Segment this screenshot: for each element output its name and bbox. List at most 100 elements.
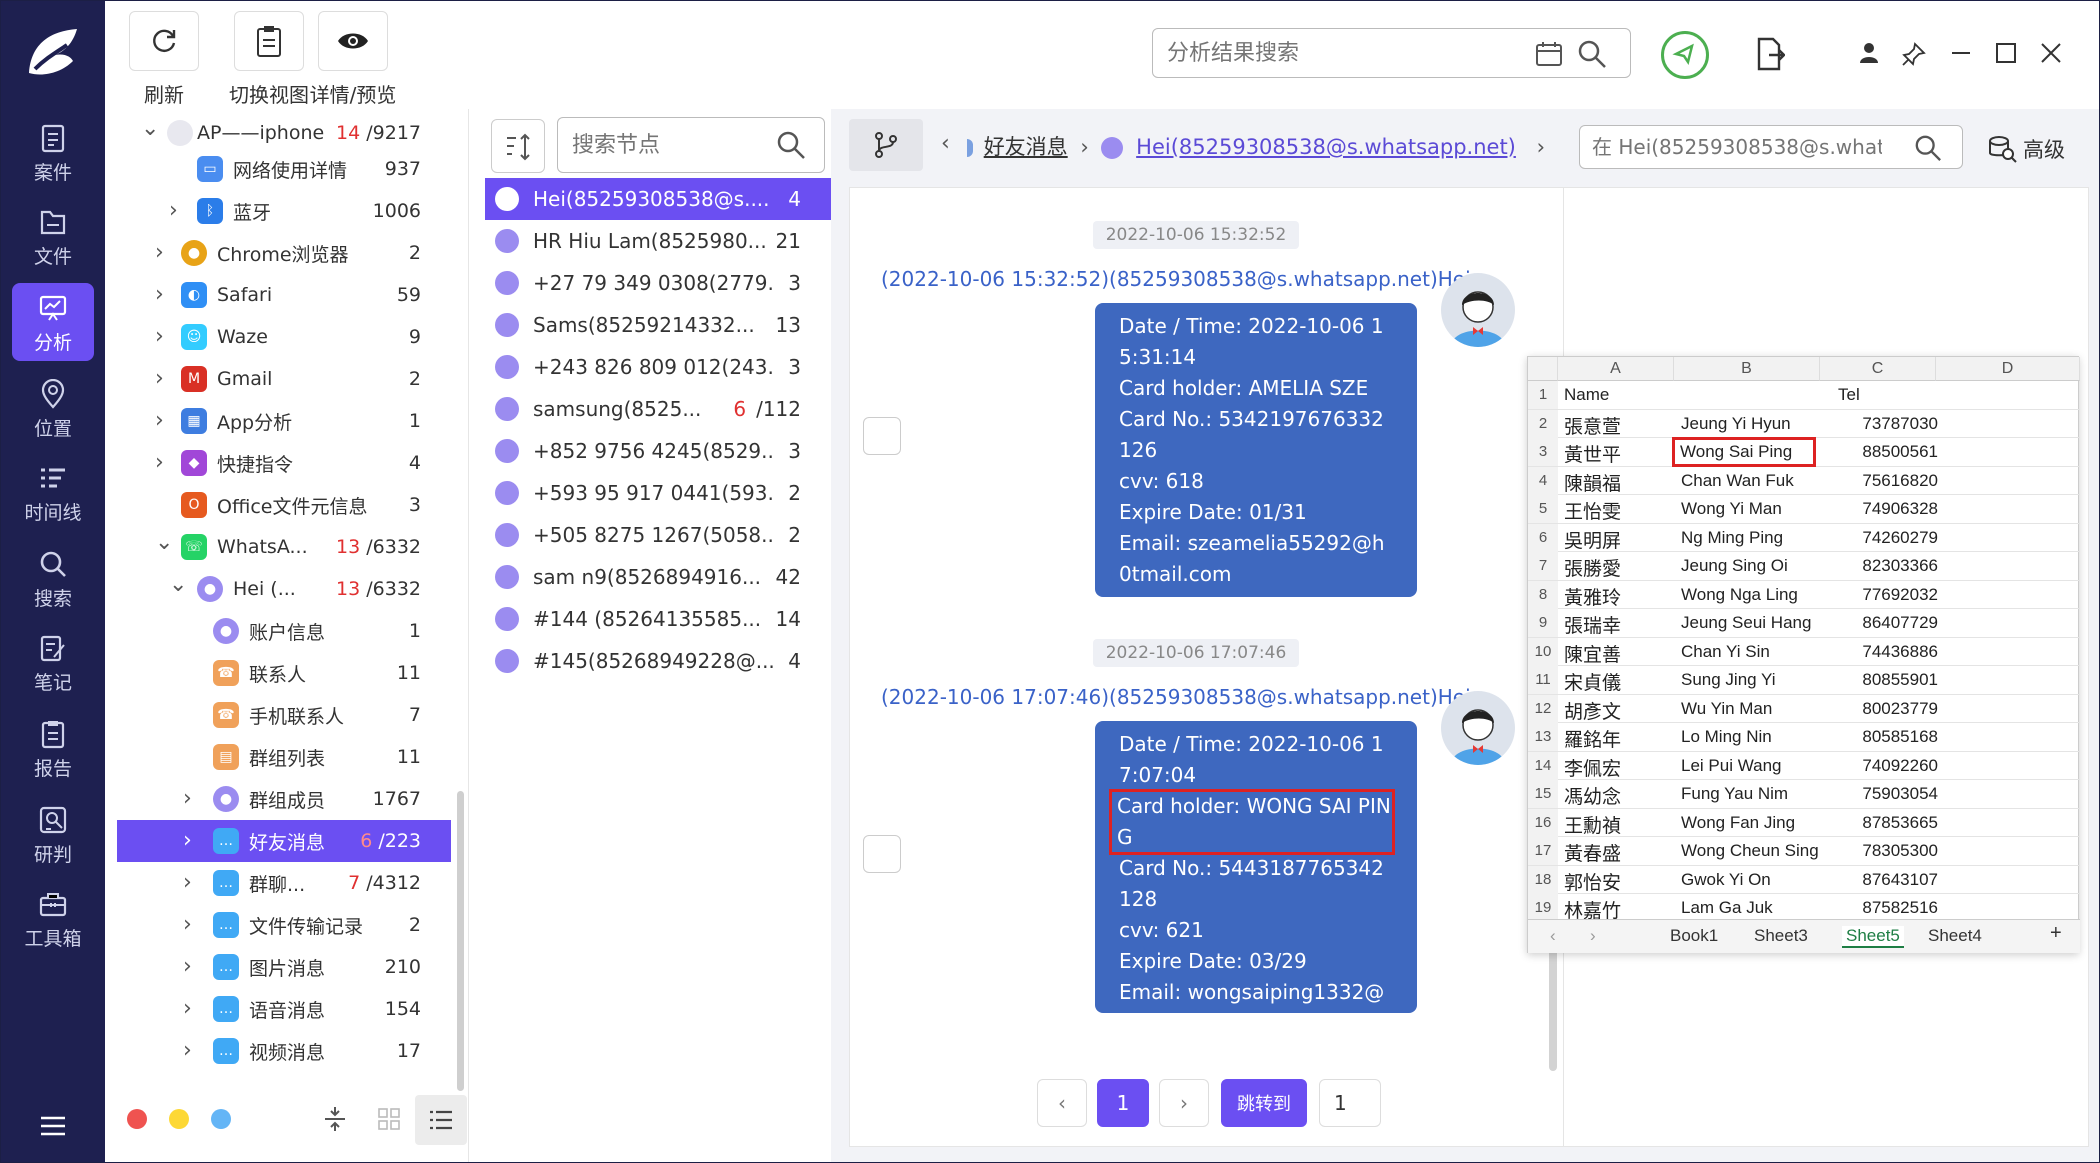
tree-item[interactable]: › ◆ 快捷指令 4: [117, 442, 451, 484]
message-bubble[interactable]: Date / Time: 2022-10-06 17:07:04 Card ho…: [1095, 721, 1417, 1035]
contact-item[interactable]: #144 (85264135585... 14: [485, 598, 831, 640]
in-contact-search-input[interactable]: [1592, 132, 1882, 162]
result-search-box[interactable]: [1152, 28, 1631, 78]
tree-item[interactable]: › ● Chrome浏览器 2: [117, 232, 451, 274]
menu-icon[interactable]: [39, 1115, 67, 1137]
search-icon[interactable]: [1577, 39, 1607, 69]
prev-page-button[interactable]: ‹: [1037, 1079, 1087, 1127]
search-icon[interactable]: [776, 130, 806, 160]
switch-view-button[interactable]: 切换视图: [219, 11, 319, 107]
nav-item-case[interactable]: 案件: [12, 113, 94, 191]
pin-icon[interactable]: [1901, 41, 1927, 67]
tree-item[interactable]: › ◐ Safari 59: [117, 274, 451, 316]
sheet-tab[interactable]: Sheet3: [1754, 926, 1808, 946]
chevron-right-icon[interactable]: ›: [155, 408, 164, 433]
contact-item[interactable]: sam n9(8526894916... 42: [485, 556, 831, 598]
contact-item[interactable]: samsung(8525... 6/112: [485, 388, 831, 430]
tree-item[interactable]: › … 群聊... 7/4312: [117, 862, 451, 904]
page-number-input[interactable]: 1: [1319, 1079, 1381, 1127]
chevron-right-icon[interactable]: ›: [155, 240, 164, 265]
sheet-tab[interactable]: Book1: [1670, 926, 1718, 946]
chevron-down-icon[interactable]: ⌄: [169, 572, 187, 597]
contact-item[interactable]: Sams(85259214332... 13: [485, 304, 831, 346]
nav-item-analysis[interactable]: 分析: [12, 283, 94, 361]
chevron-right-icon[interactable]: ›: [183, 954, 192, 979]
node-search-input[interactable]: [572, 128, 772, 162]
list-view-button[interactable]: [415, 1095, 467, 1145]
contact-item[interactable]: +505 8275 1267(5058... 2: [485, 514, 831, 556]
chevron-right-icon[interactable]: ›: [183, 870, 192, 895]
result-search-input[interactable]: [1167, 37, 1507, 69]
tree-item[interactable]: › … 语音消息 154: [117, 988, 451, 1030]
chevron-down-icon[interactable]: ⌄: [155, 530, 173, 555]
chevron-right-icon[interactable]: ›: [155, 282, 164, 307]
chevron-right-icon[interactable]: ›: [183, 828, 192, 853]
advanced-search-button[interactable]: 高级: [1987, 129, 2077, 169]
nav-item-location[interactable]: 位置: [12, 369, 94, 447]
breadcrumb-item-contact[interactable]: Hei(85259308538@s.whatsapp.net): [1136, 135, 1516, 159]
red-dot-filter[interactable]: [127, 1109, 147, 1129]
tree-item[interactable]: O Office文件元信息 3: [117, 484, 451, 526]
chevron-right-icon[interactable]: ›: [183, 1038, 192, 1063]
nav-item-report[interactable]: 报告: [12, 709, 94, 787]
add-sheet-icon[interactable]: +: [2050, 922, 2062, 945]
sheet-next-icon[interactable]: ›: [1590, 926, 1596, 946]
chevron-right-icon[interactable]: ›: [183, 786, 192, 811]
chevron-down-icon[interactable]: ⌄: [141, 116, 159, 141]
tree-item[interactable]: ▭ 网络使用详情 937: [117, 148, 451, 190]
tree-item[interactable]: ☎ 手机联系人 7: [117, 694, 451, 736]
tree-item[interactable]: › … 好友消息 6/223: [117, 820, 451, 862]
collapse-icon[interactable]: [322, 1105, 348, 1133]
search-icon[interactable]: [1914, 134, 1942, 162]
yellow-dot-filter[interactable]: [169, 1109, 189, 1129]
next-page-button[interactable]: ›: [1159, 1079, 1209, 1127]
nav-item-search[interactable]: 搜索: [12, 539, 94, 617]
message-bubble[interactable]: Date / Time: 2022-10-06 15:31:14 Card ho…: [1095, 303, 1417, 597]
sort-button[interactable]: [491, 119, 545, 173]
contact-item[interactable]: +243 826 809 012(243... 3: [485, 346, 831, 388]
chat-scrollbar[interactable]: [1549, 941, 1557, 1071]
tree-item[interactable]: › … 文件传输记录 2: [117, 904, 451, 946]
contact-item[interactable]: +852 9756 4245(8529... 3: [485, 430, 831, 472]
grid-view-icon[interactable]: [377, 1107, 401, 1131]
message-checkbox[interactable]: [863, 835, 901, 873]
tree-item[interactable]: ☎ 联系人 11: [117, 652, 451, 694]
maximize-icon[interactable]: [1994, 41, 2018, 65]
sheet-prev-icon[interactable]: ‹: [1550, 926, 1556, 946]
close-icon[interactable]: [2039, 41, 2063, 65]
tree-item[interactable]: ▤ 群组列表 11: [117, 736, 451, 778]
chevron-right-icon[interactable]: ›: [183, 996, 192, 1021]
calendar-icon[interactable]: [1535, 41, 1563, 67]
message-checkbox[interactable]: [863, 417, 901, 455]
chevron-right-icon[interactable]: ›: [169, 198, 178, 223]
contact-item[interactable]: +593 95 917 0441(593... 2: [485, 472, 831, 514]
nav-item-toolbox[interactable]: 工具箱: [12, 879, 94, 957]
tree-item[interactable]: ⌄ ☏ WhatsA... 13/6332: [117, 526, 451, 568]
export-icon[interactable]: [1755, 37, 1785, 71]
tree-item[interactable]: › ● 群组成员 1767: [117, 778, 451, 820]
sheet-tab-active[interactable]: Sheet5: [1842, 926, 1904, 948]
chevron-right-icon[interactable]: ›: [183, 912, 192, 937]
nav-item-folder[interactable]: 文件: [12, 197, 94, 275]
tree-scrollbar[interactable]: [457, 791, 464, 1091]
breadcrumb-forward-icon[interactable]: ›: [1537, 135, 1545, 159]
tree-item[interactable]: › ☺ Waze 9: [117, 316, 451, 358]
chevron-right-icon[interactable]: ›: [155, 366, 164, 391]
breadcrumb-back-icon[interactable]: ‹: [941, 131, 950, 156]
chevron-right-icon[interactable]: ›: [155, 324, 164, 349]
shield-status-icon[interactable]: [1661, 31, 1709, 79]
tree-item[interactable]: › … 视频消息 17: [117, 1030, 451, 1072]
blue-dot-filter[interactable]: [211, 1109, 231, 1129]
chevron-right-icon[interactable]: ›: [155, 450, 164, 475]
breadcrumb-item-friend-messages[interactable]: 好友消息: [984, 135, 1068, 159]
tree-item[interactable]: ● 账户信息 1: [117, 610, 451, 652]
refresh-button[interactable]: 刷新: [129, 11, 199, 107]
tree-item[interactable]: › M Gmail 2: [117, 358, 451, 400]
minimize-icon[interactable]: [1949, 41, 1973, 65]
current-page-button[interactable]: 1: [1097, 1079, 1149, 1127]
details-preview-button[interactable]: 详情/预览: [307, 11, 399, 107]
nav-item-note[interactable]: 笔记: [12, 623, 94, 701]
tree-item[interactable]: › ᛒ 蓝牙 1006: [117, 190, 451, 232]
contact-item[interactable]: +27 79 349 0308(2779... 3: [485, 262, 831, 304]
tree-item[interactable]: ⌄ ● Hei (... 13/6332: [117, 568, 451, 610]
